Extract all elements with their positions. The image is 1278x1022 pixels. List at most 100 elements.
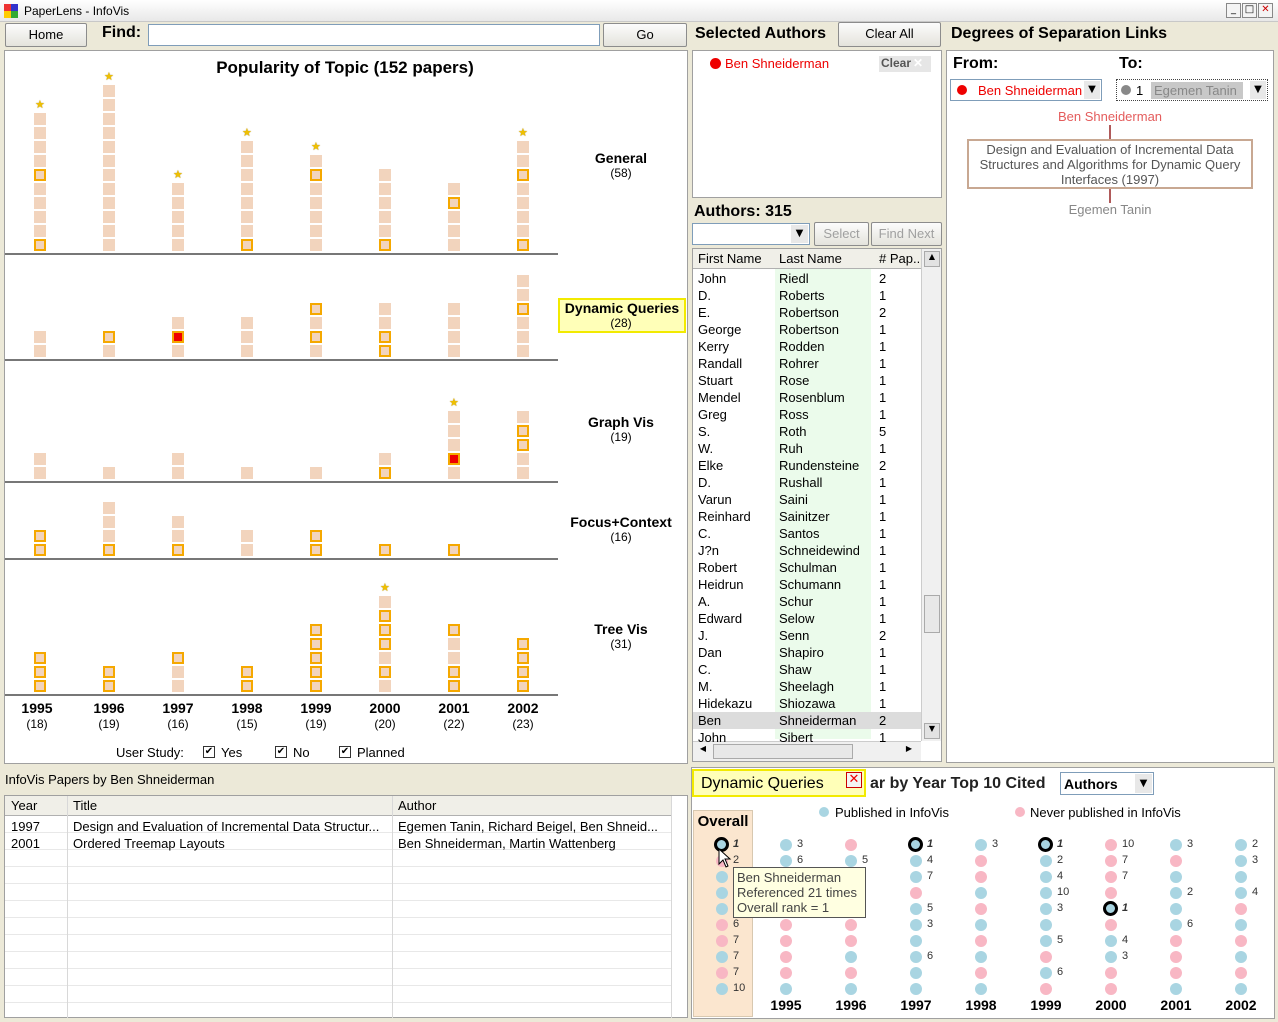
- chevron-down-icon[interactable]: ▼: [1135, 774, 1152, 793]
- authors-cell[interactable]: Sainitzer: [779, 509, 859, 524]
- paper-mark[interactable]: [517, 345, 529, 357]
- paper-mark[interactable]: [310, 225, 322, 237]
- paper-mark[interactable]: [34, 169, 46, 181]
- authors-cell[interactable]: Schumann: [779, 577, 859, 592]
- paper-mark[interactable]: [379, 596, 391, 608]
- paper-mark[interactable]: [34, 652, 46, 664]
- paper-mark[interactable]: [172, 317, 184, 329]
- paper-mark[interactable]: [379, 544, 391, 556]
- authors-cell[interactable]: 1: [879, 475, 919, 490]
- paper-mark[interactable]: [517, 225, 529, 237]
- papers-cell[interactable]: 1997: [11, 819, 66, 834]
- paper-mark[interactable]: [448, 439, 460, 451]
- minimize-button[interactable]: _: [1226, 3, 1241, 18]
- clear-all-button[interactable]: Clear All: [838, 22, 941, 47]
- authors-cell[interactable]: Mendel: [698, 390, 778, 405]
- maximize-button[interactable]: □: [1242, 3, 1257, 18]
- paper-mark[interactable]: [448, 638, 460, 650]
- paper-mark[interactable]: [241, 467, 253, 479]
- authors-cell[interactable]: Kerry: [698, 339, 778, 354]
- link-node-to[interactable]: Egemen Tanin: [1010, 202, 1210, 217]
- paper-mark[interactable]: [103, 141, 115, 153]
- paper-mark[interactable]: [517, 317, 529, 329]
- paper-mark[interactable]: [310, 624, 322, 636]
- paper-mark[interactable]: [172, 197, 184, 209]
- paper-mark[interactable]: [379, 183, 391, 195]
- paper-mark[interactable]: [379, 610, 391, 622]
- paper-mark[interactable]: [310, 544, 322, 556]
- paper-mark[interactable]: [517, 453, 529, 465]
- paper-mark[interactable]: [517, 439, 529, 451]
- authors-cell[interactable]: 1: [879, 526, 919, 541]
- user-study-no-checkbox[interactable]: ✔: [275, 746, 287, 758]
- paper-mark[interactable]: [379, 624, 391, 636]
- chevron-down-icon[interactable]: ▼: [791, 225, 808, 243]
- paper-mark[interactable]: [103, 225, 115, 237]
- authors-cell[interactable]: 2: [879, 458, 919, 473]
- authors-cell[interactable]: 1: [879, 407, 919, 422]
- paper-mark[interactable]: [517, 303, 529, 315]
- paper-mark[interactable]: [172, 345, 184, 357]
- authors-cell[interactable]: 1: [879, 543, 919, 558]
- paper-mark[interactable]: [517, 239, 529, 251]
- authors-cell[interactable]: Selow: [779, 611, 859, 626]
- authors-cell[interactable]: D.: [698, 475, 778, 490]
- scroll-up-icon[interactable]: ▲: [924, 251, 940, 267]
- select-button[interactable]: Select: [814, 222, 869, 246]
- paper-mark[interactable]: [34, 155, 46, 167]
- authors-cell[interactable]: 1: [879, 356, 919, 371]
- paper-mark[interactable]: [517, 183, 529, 195]
- authors-cell[interactable]: 1: [879, 339, 919, 354]
- paper-mark[interactable]: [34, 197, 46, 209]
- paper-mark[interactable]: [172, 183, 184, 195]
- paper-mark[interactable]: [172, 331, 184, 343]
- paper-mark[interactable]: [34, 680, 46, 692]
- authors-cell[interactable]: Ross: [779, 407, 859, 422]
- authors-cell[interactable]: Santos: [779, 526, 859, 541]
- paper-mark[interactable]: [517, 425, 529, 437]
- paper-mark[interactable]: [379, 453, 391, 465]
- authors-cell[interactable]: Greg: [698, 407, 778, 422]
- paper-mark[interactable]: [241, 141, 253, 153]
- link-node-from[interactable]: Ben Shneiderman: [1010, 109, 1210, 124]
- paper-mark[interactable]: [517, 141, 529, 153]
- paper-mark[interactable]: [379, 680, 391, 692]
- authors-cell[interactable]: Saini: [779, 492, 859, 507]
- authors-cell[interactable]: Robertson: [779, 305, 859, 320]
- authors-cell[interactable]: Randall: [698, 356, 778, 371]
- paper-mark[interactable]: [34, 239, 46, 251]
- paper-mark[interactable]: [172, 544, 184, 556]
- paper-mark[interactable]: [517, 275, 529, 287]
- paper-mark[interactable]: [103, 127, 115, 139]
- paper-mark[interactable]: [448, 225, 460, 237]
- authors-cell[interactable]: Shapiro: [779, 645, 859, 660]
- paper-mark[interactable]: [310, 652, 322, 664]
- papers-column-header[interactable]: Title: [73, 798, 391, 813]
- paper-mark[interactable]: [517, 652, 529, 664]
- paper-mark[interactable]: [34, 453, 46, 465]
- paper-mark[interactable]: [103, 99, 115, 111]
- user-study-planned-checkbox[interactable]: ✔: [339, 746, 351, 758]
- authors-cell[interactable]: Riedl: [779, 271, 859, 286]
- paper-mark[interactable]: [517, 211, 529, 223]
- paper-mark[interactable]: [310, 155, 322, 167]
- authors-cell[interactable]: 1: [879, 696, 919, 711]
- authors-cell[interactable]: Heidrun: [698, 577, 778, 592]
- papers-cell[interactable]: Design and Evaluation of Incremental Dat…: [73, 819, 391, 834]
- paper-mark[interactable]: [517, 331, 529, 343]
- paper-mark[interactable]: [103, 666, 115, 678]
- paper-mark[interactable]: [241, 544, 253, 556]
- paper-mark[interactable]: [241, 169, 253, 181]
- paper-mark[interactable]: [103, 197, 115, 209]
- paper-mark[interactable]: [448, 624, 460, 636]
- user-study-yes-checkbox[interactable]: ✔: [203, 746, 215, 758]
- paper-mark[interactable]: [517, 169, 529, 181]
- authors-cell[interactable]: Robert: [698, 560, 778, 575]
- authors-cell[interactable]: Roth: [779, 424, 859, 439]
- authors-cell[interactable]: Rushall: [779, 475, 859, 490]
- paper-mark[interactable]: [310, 530, 322, 542]
- authors-cell[interactable]: Dan: [698, 645, 778, 660]
- paper-mark[interactable]: [103, 467, 115, 479]
- authors-cell[interactable]: Robertson: [779, 322, 859, 337]
- paper-mark[interactable]: [517, 197, 529, 209]
